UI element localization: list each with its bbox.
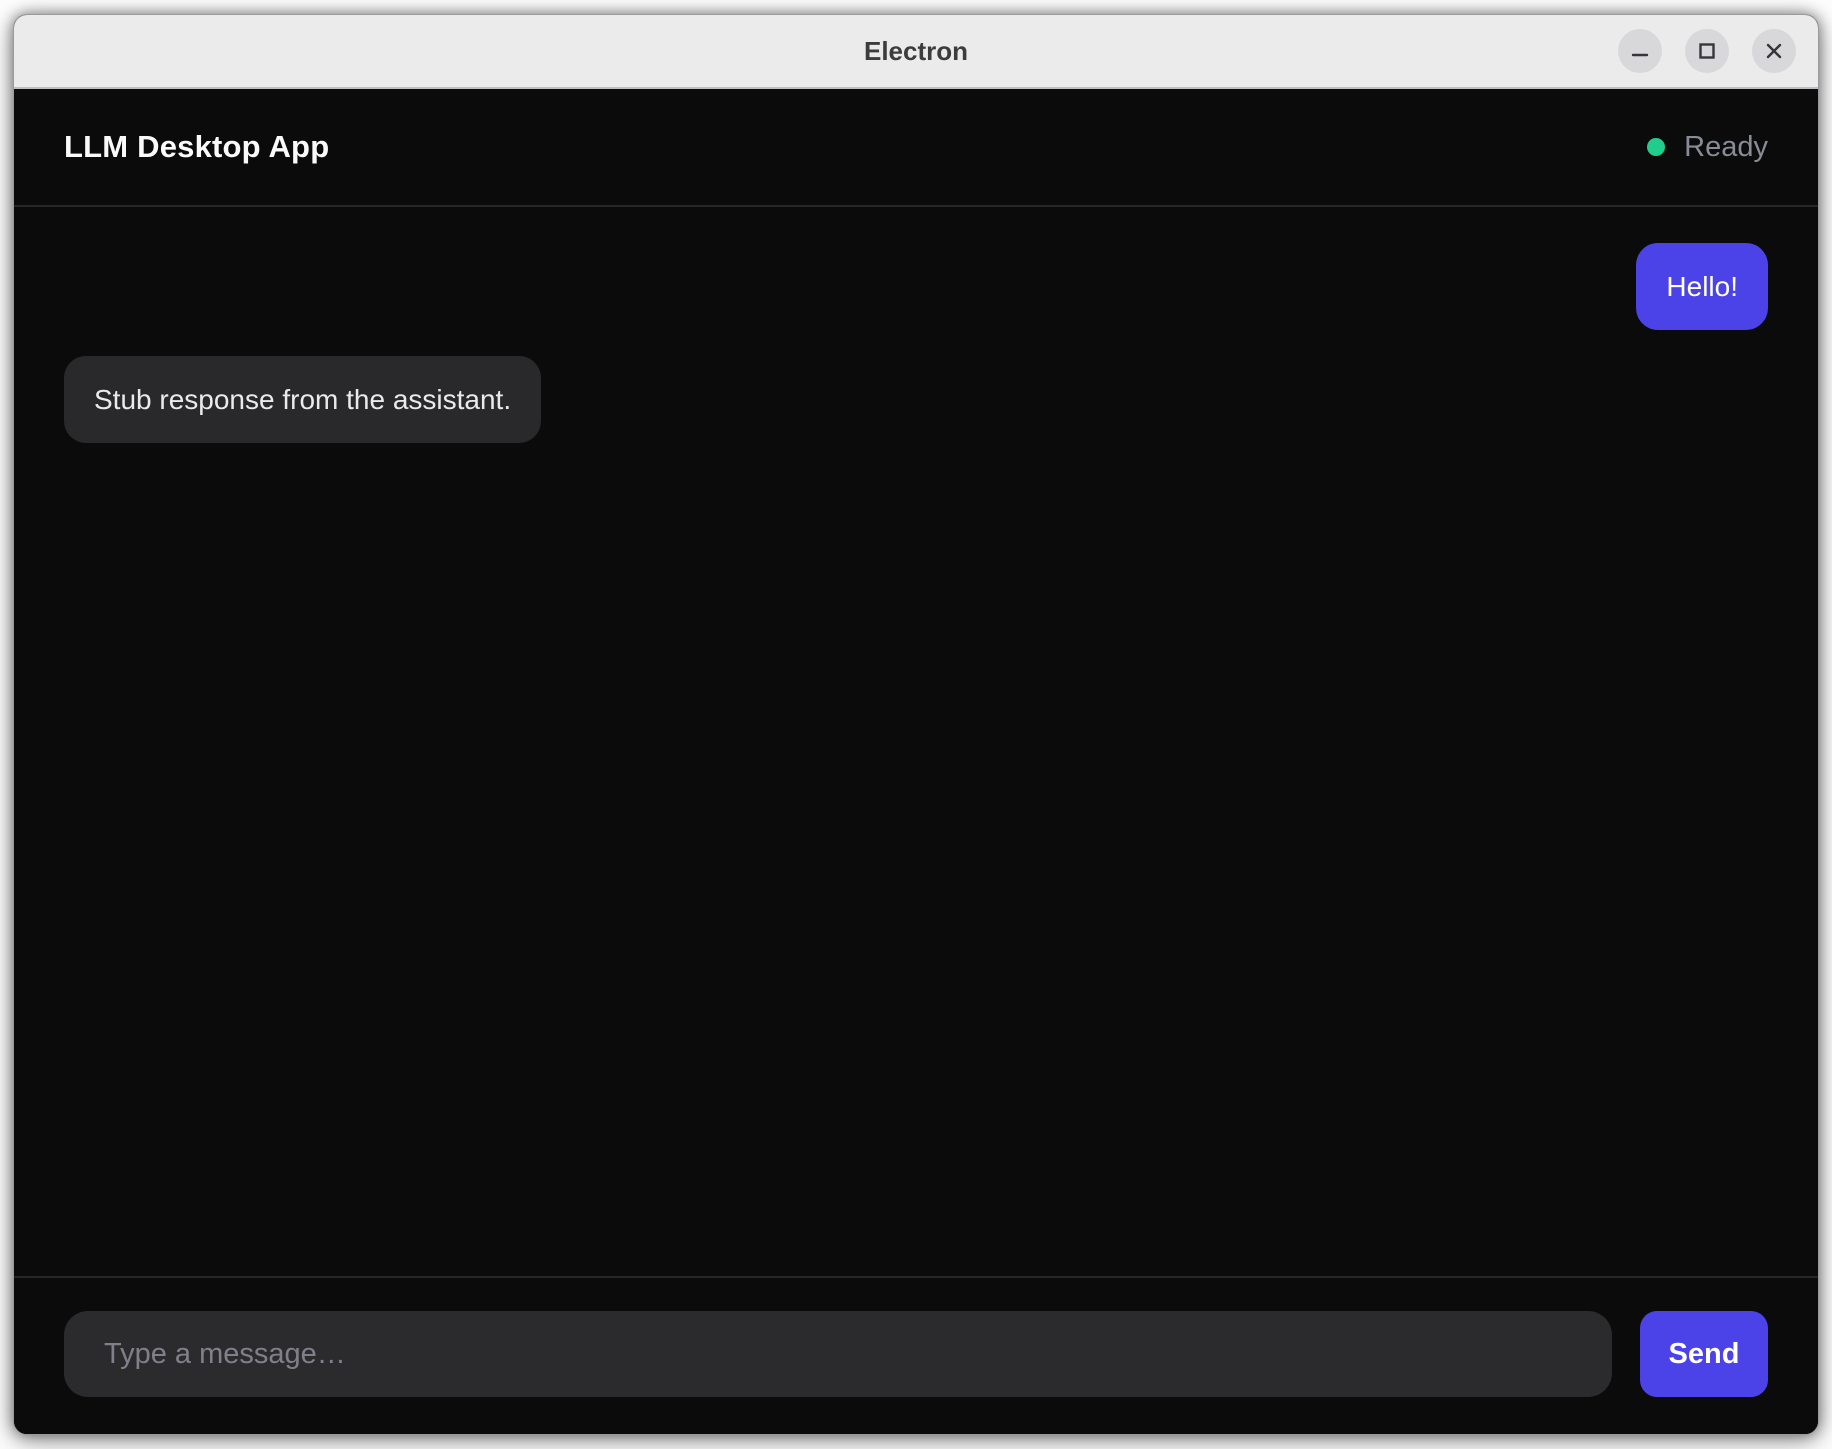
status-dot-icon — [1647, 138, 1665, 156]
assistant-message-bubble: Stub response from the assistant. — [64, 356, 541, 443]
window-titlebar[interactable]: Electron — [14, 15, 1818, 89]
message-composer: Send — [14, 1276, 1818, 1434]
electron-app-window: Electron — [13, 14, 1819, 1435]
desktop-background: Electron — [0, 0, 1832, 1449]
minimize-button[interactable] — [1618, 29, 1662, 73]
close-icon — [1764, 41, 1784, 61]
chat-message-list: Hello! Stub response from the assistant. — [14, 207, 1818, 1276]
app-header: LLM Desktop App Ready — [14, 89, 1818, 207]
send-button[interactable]: Send — [1640, 1311, 1768, 1397]
maximize-button[interactable] — [1685, 29, 1729, 73]
status-indicator: Ready — [1647, 131, 1768, 164]
user-message-bubble: Hello! — [1636, 243, 1768, 330]
maximize-icon — [1697, 41, 1717, 61]
message-input[interactable] — [64, 1311, 1612, 1397]
window-controls — [1618, 29, 1796, 73]
close-button[interactable] — [1752, 29, 1796, 73]
minimize-icon — [1630, 41, 1650, 61]
page-title: LLM Desktop App — [64, 129, 329, 165]
status-label: Ready — [1684, 131, 1768, 164]
window-title: Electron — [14, 36, 1818, 67]
